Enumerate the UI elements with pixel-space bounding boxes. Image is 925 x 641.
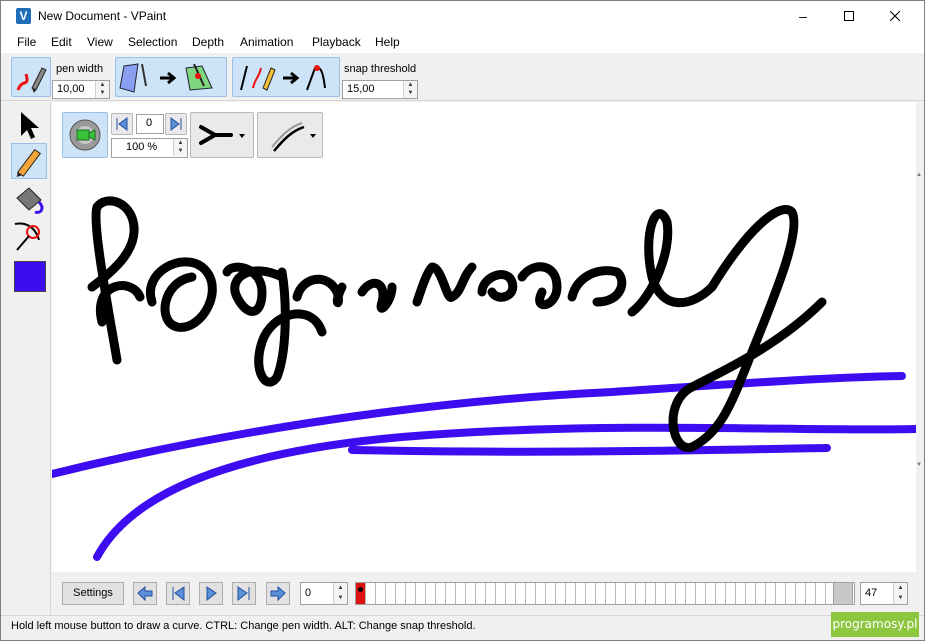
timeline-settings-button[interactable]: Settings bbox=[62, 582, 124, 605]
snap-threshold-label: snap threshold bbox=[344, 63, 417, 75]
close-icon bbox=[889, 10, 901, 22]
play-icon bbox=[206, 586, 217, 602]
frame-strip-end[interactable] bbox=[833, 582, 853, 605]
sculpt-tool[interactable] bbox=[11, 218, 47, 254]
timeline-bar: Settings 0 ▲ ▼ 47 ▲ ▼ bbox=[52, 572, 924, 615]
minimize-button[interactable]: – bbox=[780, 1, 826, 31]
menu-selection[interactable]: Selection bbox=[128, 35, 177, 49]
menu-bar: File Edit View Selection Depth Animation… bbox=[1, 31, 924, 53]
planar-map-icon bbox=[119, 63, 213, 93]
camera-settings-button[interactable] bbox=[62, 112, 108, 158]
watermark-badge: programosy.pl bbox=[831, 612, 919, 637]
menu-depth[interactable]: Depth bbox=[192, 35, 224, 49]
zoom-value: 100 % bbox=[126, 141, 158, 153]
pen-width-icon bbox=[16, 67, 47, 93]
status-message: Hold left mouse button to draw a curve. … bbox=[11, 620, 476, 632]
pen-width-spinbox[interactable]: 10,00 ▲ ▼ bbox=[52, 80, 110, 99]
canvas-scrollbar[interactable]: ▲ ▼ bbox=[916, 102, 924, 572]
onion-skin-icon bbox=[271, 122, 316, 152]
vertex-mode-icon bbox=[199, 125, 245, 145]
spin-arrows-icon[interactable]: ▲ ▼ bbox=[333, 583, 347, 604]
display-mode-button[interactable] bbox=[190, 112, 254, 158]
spin-arrows-icon[interactable]: ▲ ▼ bbox=[173, 139, 187, 156]
close-button[interactable] bbox=[872, 1, 918, 31]
status-bar: Hold left mouse button to draw a curve. … bbox=[1, 615, 924, 640]
skip-back-icon bbox=[116, 117, 128, 131]
last-frame-value: 47 bbox=[865, 587, 878, 599]
drawing-strokes bbox=[52, 196, 916, 561]
arrow-left-icon bbox=[137, 585, 153, 602]
select-tool[interactable] bbox=[11, 106, 47, 142]
current-frame-value: 0 bbox=[305, 587, 312, 599]
drawing-canvas[interactable]: 0 100 % ▲ ▼ bbox=[52, 102, 916, 572]
main-toolbar: pen width 10,00 ▲ ▼ snap threshold 15,00… bbox=[1, 53, 924, 101]
snap-tool-button[interactable] bbox=[232, 57, 340, 97]
vpaint-app-icon: V bbox=[16, 8, 31, 24]
play-button[interactable] bbox=[199, 582, 223, 605]
maximize-button[interactable] bbox=[826, 1, 872, 31]
planar-map-tool-button[interactable] bbox=[115, 57, 227, 97]
pen-width-label: pen width bbox=[56, 63, 104, 75]
last-frame-spinbox[interactable]: 47 ▲ ▼ bbox=[860, 582, 908, 605]
onion-skin-button[interactable] bbox=[257, 112, 323, 158]
menu-help[interactable]: Help bbox=[375, 35, 400, 49]
spin-arrows-icon[interactable]: ▲ ▼ bbox=[403, 81, 417, 98]
skip-back-icon bbox=[172, 586, 185, 602]
step-back-button[interactable] bbox=[133, 582, 157, 605]
menu-playback[interactable]: Playback bbox=[312, 35, 361, 49]
maximize-icon bbox=[844, 11, 854, 21]
toolbox bbox=[1, 102, 51, 615]
menu-edit[interactable]: Edit bbox=[51, 35, 72, 49]
snap-icon bbox=[240, 65, 326, 91]
spin-arrows-icon[interactable]: ▲ ▼ bbox=[95, 81, 109, 98]
select-icon bbox=[21, 112, 39, 139]
view-frame-input[interactable]: 0 bbox=[136, 114, 164, 134]
paint-bucket-icon bbox=[16, 187, 44, 214]
step-forward-button[interactable] bbox=[266, 582, 290, 605]
title-bar: V New Document - VPaint – bbox=[1, 1, 924, 31]
zoom-spinbox[interactable]: 100 % ▲ ▼ bbox=[111, 138, 188, 158]
menu-file[interactable]: File bbox=[17, 35, 36, 49]
scroll-up-icon[interactable]: ▲ bbox=[916, 172, 922, 178]
snap-threshold-value: 15,00 bbox=[347, 83, 375, 95]
first-frame-button[interactable] bbox=[166, 582, 190, 605]
skip-forward-icon bbox=[170, 117, 182, 131]
vpaint-window: V New Document - VPaint – File Edit View… bbox=[0, 0, 925, 641]
last-frame-view-button[interactable] bbox=[165, 113, 187, 135]
gear-camera-icon bbox=[69, 119, 101, 151]
frame-strip[interactable] bbox=[355, 582, 855, 605]
draw-tool[interactable] bbox=[11, 143, 47, 179]
snap-threshold-spinbox[interactable]: 15,00 ▲ ▼ bbox=[342, 80, 418, 99]
first-frame-view-button[interactable] bbox=[111, 113, 133, 135]
current-frame-spinbox[interactable]: 0 ▲ ▼ bbox=[300, 582, 348, 605]
current-frame-marker[interactable] bbox=[356, 583, 365, 604]
arrow-right-icon bbox=[270, 585, 286, 602]
pencil-icon bbox=[16, 149, 42, 178]
paint-bucket-tool[interactable] bbox=[11, 182, 47, 218]
view-frame-value: 0 bbox=[146, 117, 153, 129]
menu-animation[interactable]: Animation bbox=[240, 35, 293, 49]
skip-forward-icon bbox=[237, 586, 250, 602]
pen-width-tool-button[interactable] bbox=[11, 57, 51, 97]
last-frame-button[interactable] bbox=[232, 582, 256, 605]
menu-view[interactable]: View bbox=[87, 35, 113, 49]
pen-width-value: 10,00 bbox=[57, 83, 85, 95]
window-title: New Document - VPaint bbox=[38, 9, 167, 23]
spin-arrows-icon[interactable]: ▲ ▼ bbox=[893, 583, 907, 604]
stroke-color-swatch[interactable] bbox=[14, 261, 46, 292]
sculpt-icon bbox=[14, 222, 40, 251]
scroll-down-icon[interactable]: ▼ bbox=[916, 462, 922, 468]
